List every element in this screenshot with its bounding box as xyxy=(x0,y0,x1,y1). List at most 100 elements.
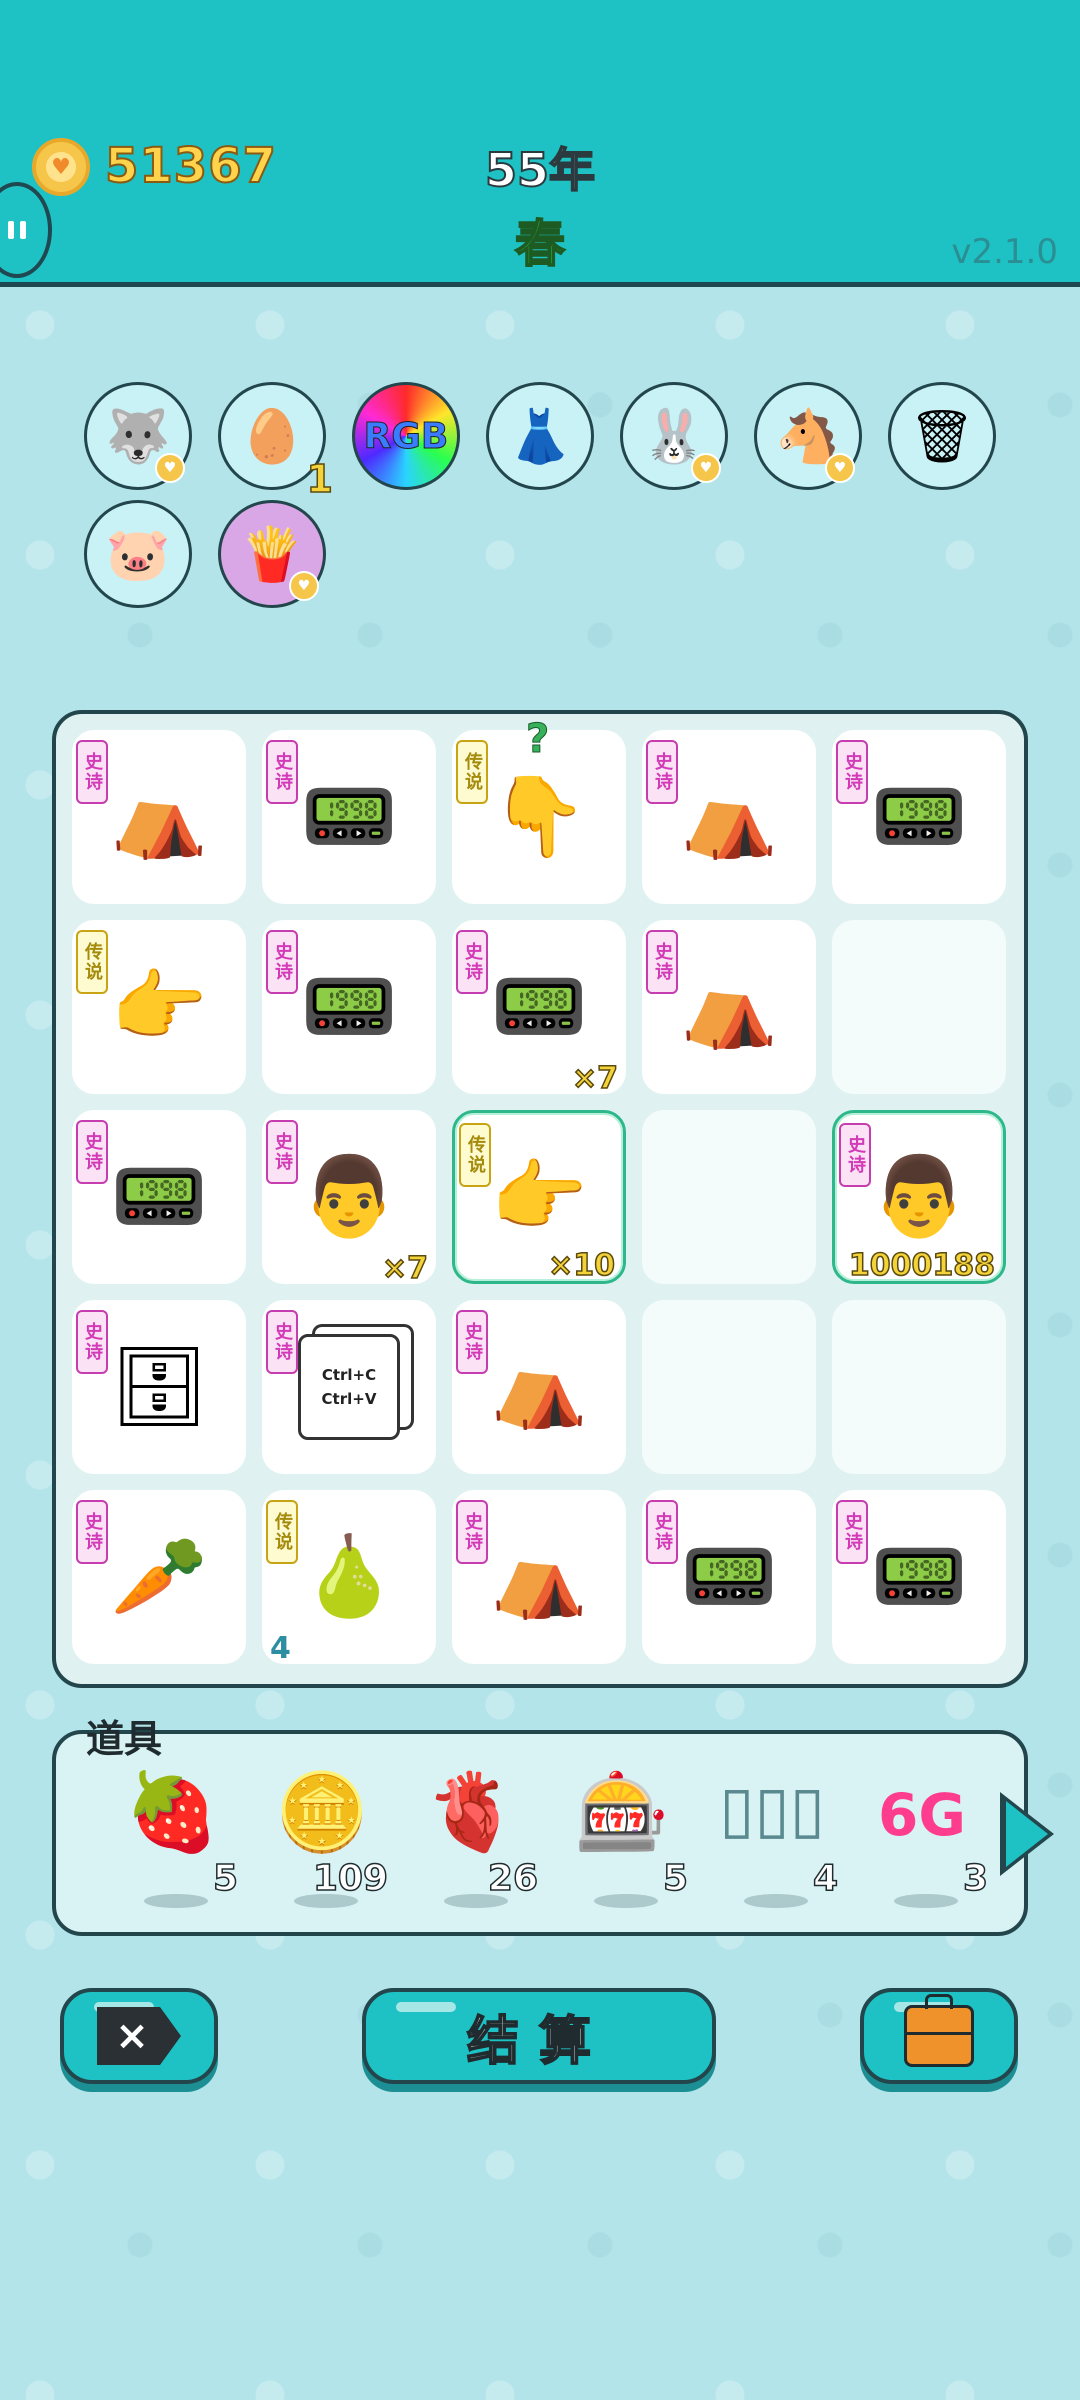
rabbit-tent-tile[interactable]: 史诗 ⛺ xyxy=(452,1490,626,1664)
bag-button[interactable] xyxy=(860,1988,1018,2084)
rabbit-tent-tile[interactable]: 史诗 ⛺ xyxy=(642,730,816,904)
rgb-badge[interactable]: RGB xyxy=(352,382,460,490)
graphics-card-tile[interactable]: 史诗 📟 xyxy=(642,1490,816,1664)
trash-bag-badge[interactable]: 🗑 xyxy=(888,382,996,490)
empty-slot[interactable] xyxy=(832,920,1006,1094)
graphics-card-icon: 📟 xyxy=(870,772,968,862)
rabbit-tent-tile[interactable]: 史诗 ⛺ xyxy=(72,730,246,904)
bearded-man-icon: 👨 xyxy=(300,1152,398,1242)
prop-shadow xyxy=(744,1894,808,1908)
slots-full-icon: 🎰 xyxy=(574,1767,670,1856)
prop-count: 5 xyxy=(662,1857,689,1900)
strawberry-icon: 🍓 xyxy=(124,1767,220,1856)
empty-slot[interactable] xyxy=(832,1300,1006,1474)
pear-tile[interactable]: 传说 🍐 4 xyxy=(262,1490,436,1666)
prop-shadow xyxy=(594,1894,658,1908)
horses-badge[interactable]: 🐴 ♥ xyxy=(754,382,862,490)
egg-tray-badge[interactable]: 🥚 1 xyxy=(218,382,334,502)
epic-tag: 史诗 xyxy=(76,1500,108,1564)
rabbit-tent-icon: ⛺ xyxy=(680,772,778,862)
graphics-card-icon: 📟 xyxy=(110,1152,208,1242)
prop-count: 4 xyxy=(812,1857,839,1900)
item-quantity: 1000188 xyxy=(848,1247,996,1284)
prop-shadow xyxy=(144,1894,208,1908)
rabbit-tent-icon: ⛺ xyxy=(680,962,778,1052)
epic-tag: 史诗 xyxy=(266,740,298,804)
graphics-card-tile[interactable]: 史诗 📟 xyxy=(72,1110,246,1284)
epic-tag: 史诗 xyxy=(646,930,678,994)
liver-prop[interactable]: 🫀 26 xyxy=(412,1774,539,1924)
piggy-bank-badge[interactable]: 🐷 xyxy=(84,500,192,608)
husky-badge[interactable]: 🐺 ♥ xyxy=(84,382,192,490)
gold-coin-icon: 🪙 xyxy=(274,1767,370,1856)
prop-count: 109 xyxy=(312,1857,389,1900)
prop-shadow xyxy=(894,1894,958,1908)
pointing-hand-tile[interactable]: 传说? 👇 xyxy=(452,716,626,904)
season-label: 春 xyxy=(514,214,566,274)
ctrl-c-label: Ctrl+C xyxy=(321,1366,377,1384)
skirt-badge[interactable]: 👗 xyxy=(486,382,594,490)
fries-badge[interactable]: 🍟 ♥ xyxy=(218,500,326,608)
settle-label: 结算 xyxy=(466,2011,611,2073)
epic-tag: 史诗 xyxy=(76,740,108,804)
rabbit-tent-tile[interactable]: 史诗 ⛺ xyxy=(642,920,816,1094)
graphics-card-tile[interactable]: 史诗 📟 xyxy=(832,1490,1006,1664)
graphics-card-icon: 📟 xyxy=(300,962,398,1052)
bearded-man-icon: 👨 xyxy=(870,1152,968,1242)
strawberry-prop[interactable]: 🍓 5 xyxy=(112,1767,239,1924)
graphics-card-tile[interactable]: 史诗 📟 ×7 xyxy=(452,920,626,1097)
trash-bag-icon: 🗑 xyxy=(908,406,975,467)
heart-coin-icon: ♥ xyxy=(155,453,185,483)
empty-slot[interactable] xyxy=(642,1110,816,1284)
epic-tag: 史诗 xyxy=(76,1120,108,1184)
legend-tag: 传说 xyxy=(76,930,108,994)
prop-count: 3 xyxy=(962,1857,989,1900)
carrot-icon: 🥕 xyxy=(110,1532,208,1622)
bearded-man-tile[interactable]: 史诗 👨 ×7 xyxy=(262,1110,436,1287)
copy-paste-card-tile[interactable]: 史诗 Ctrl+C Ctrl+V xyxy=(262,1300,436,1474)
carrot-tile[interactable]: 史诗 🥕 xyxy=(72,1490,246,1664)
epic-tag: 史诗 xyxy=(456,1500,488,1564)
item-quantity: ×7 xyxy=(571,1060,619,1097)
server-rack-icon: 🗄 xyxy=(109,1342,209,1432)
graphics-card-tile[interactable]: 史诗 📟 xyxy=(832,730,1006,904)
rgb-icon: RGB xyxy=(363,415,449,457)
server-rack-tile[interactable]: 史诗 🗄 xyxy=(72,1300,246,1474)
question-mark: ? xyxy=(525,716,550,763)
empty-slot[interactable] xyxy=(642,1300,816,1474)
gold-coin-prop[interactable]: 🪙 109 xyxy=(262,1767,389,1924)
epic-tag: 史诗 xyxy=(456,930,488,994)
rabbit-tent-tile[interactable]: 史诗 ⛺ xyxy=(452,1300,626,1474)
prop-count: 5 xyxy=(212,1857,239,1900)
heart-coin-icon: ♥ xyxy=(289,571,319,601)
graphics-card-icon: 📟 xyxy=(870,1532,968,1622)
item-board: 史诗 ⛺ 史诗 📟 传说? 👇 史诗 ⛺ 史诗 📟 传说 👉 史诗 📟 史诗 📟 ×7 史诗 ⛺ 史诗 📟 史诗 👨 ×7 传说… xyxy=(52,710,1028,1688)
graphics-card-icon: 📟 xyxy=(680,1532,778,1622)
graphics-card-tile[interactable]: 史诗 📟 xyxy=(262,730,436,904)
graphics-card-tile[interactable]: 史诗 📟 xyxy=(262,920,436,1094)
epic-tag: 史诗 xyxy=(646,740,678,804)
ctrl-v-label: Ctrl+V xyxy=(321,1390,377,1408)
delete-icon: × xyxy=(97,2007,181,2065)
delete-button[interactable]: × xyxy=(60,1988,218,2084)
epic-tag: 史诗 xyxy=(839,1123,871,1187)
slots-empty-prop[interactable]: ▯▯▯ 4 xyxy=(712,1774,839,1924)
rabbit-badge[interactable]: 🐰 ♥ xyxy=(620,382,728,490)
epic-tag: 史诗 xyxy=(646,1500,678,1564)
item-quantity: ×10 xyxy=(547,1247,615,1284)
bearded-man-tile[interactable]: 史诗 👨 1000188 xyxy=(832,1110,1006,1284)
pointing-hand-tile[interactable]: 传说 👉 xyxy=(72,920,246,1094)
settle-button[interactable]: 结算 xyxy=(362,1988,716,2084)
6g-prop[interactable]: 6G 3 xyxy=(862,1774,989,1924)
graphics-card-icon: 📟 xyxy=(300,772,398,862)
legend-tag: 传说 xyxy=(456,740,488,804)
rabbit-tent-icon: ⛺ xyxy=(490,1532,588,1622)
heart-coin-icon: ♥ xyxy=(825,453,855,483)
next-arrow-icon[interactable] xyxy=(1000,1792,1054,1876)
epic-tag: 史诗 xyxy=(76,1310,108,1374)
slots-full-prop[interactable]: 🎰 5 xyxy=(562,1767,689,1924)
pointing-hand-icon: 👉 xyxy=(110,962,208,1052)
epic-tag: 史诗 xyxy=(266,1310,298,1374)
pointing-hand-tile[interactable]: 传说 👉 ×10 xyxy=(452,1110,626,1284)
egg-tray-icon: 🥚 xyxy=(239,406,305,467)
